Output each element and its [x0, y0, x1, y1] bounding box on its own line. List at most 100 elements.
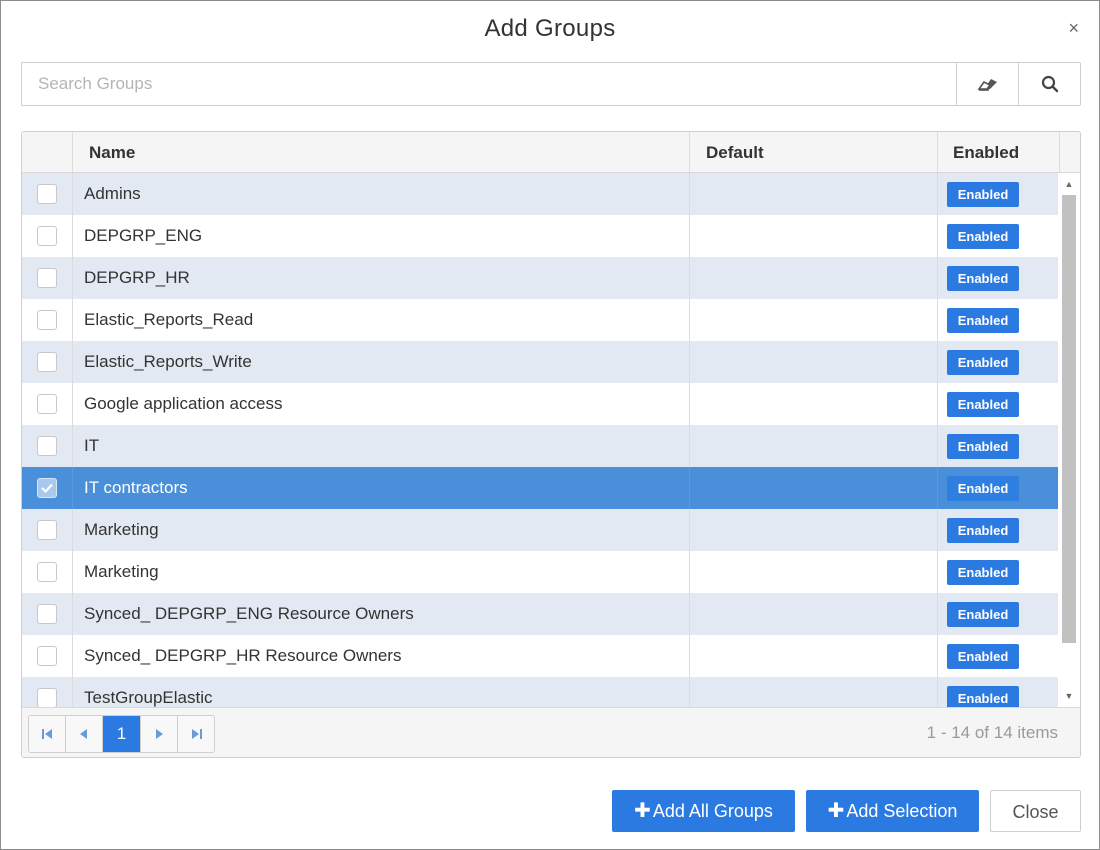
row-checkbox[interactable] [37, 310, 57, 330]
previous-page-icon [80, 729, 87, 739]
clear-search-button[interactable] [956, 63, 1018, 105]
dialog-title: Add Groups [484, 15, 616, 42]
column-divider [937, 341, 938, 383]
group-name: IT [84, 436, 100, 455]
table-row[interactable]: Elastic_Reports_Write Enabled [22, 341, 1058, 383]
row-checkbox[interactable] [37, 352, 57, 372]
column-divider [72, 425, 73, 467]
groups-grid: Name Default Enabled Admins Enabled DEPGRP… [21, 131, 1081, 758]
row-checkbox[interactable] [37, 436, 57, 456]
table-row[interactable]: DEPGRP_HR Enabled [22, 257, 1058, 299]
group-name: TestGroupElastic [84, 688, 213, 707]
column-divider [72, 383, 73, 425]
status-badge: Enabled [947, 518, 1019, 543]
table-row[interactable]: IT contractors Enabled [22, 467, 1058, 509]
table-row[interactable]: TestGroupElastic Enabled [22, 677, 1058, 707]
column-divider [689, 677, 690, 707]
search-input[interactable] [22, 63, 956, 105]
add-selection-button[interactable]: ✚ Add Selection [806, 790, 979, 832]
status-badge: Enabled [947, 308, 1019, 333]
row-checkbox[interactable] [37, 268, 57, 288]
column-divider [937, 299, 938, 341]
row-checkbox[interactable] [37, 226, 57, 246]
column-divider [72, 257, 73, 299]
page-button-current[interactable]: 1 [103, 716, 141, 752]
search-button[interactable] [1018, 63, 1080, 105]
column-divider [72, 215, 73, 257]
first-page-icon [41, 729, 52, 739]
column-divider [937, 551, 938, 593]
search-bar [21, 62, 1081, 106]
column-divider [689, 257, 690, 299]
scroll-up-arrow-icon[interactable]: ▲ [1064, 179, 1074, 189]
status-badge: Enabled [947, 602, 1019, 627]
scroll-down-arrow-icon[interactable]: ▼ [1064, 691, 1074, 701]
row-checkbox[interactable] [37, 520, 57, 540]
column-divider [72, 467, 73, 509]
column-divider [937, 383, 938, 425]
row-checkbox[interactable] [37, 394, 57, 414]
column-divider [937, 467, 938, 509]
column-divider [689, 341, 690, 383]
next-page-icon [156, 729, 163, 739]
first-page-button[interactable] [29, 716, 66, 752]
table-row[interactable]: Synced_ DEPGRP_HR Resource Owners Enabled [22, 635, 1058, 677]
group-name: Synced_ DEPGRP_HR Resource Owners [84, 646, 402, 665]
plus-icon: ✚ [827, 800, 845, 822]
row-checkbox[interactable] [37, 562, 57, 582]
column-divider [72, 173, 73, 215]
table-row[interactable]: Admins Enabled [22, 173, 1058, 215]
column-header-enabled[interactable]: Enabled [937, 132, 1059, 172]
table-row[interactable]: Elastic_Reports_Read Enabled [22, 299, 1058, 341]
column-divider [689, 467, 690, 509]
grid-header: Name Default Enabled [22, 132, 1080, 173]
row-checkbox[interactable] [37, 478, 57, 498]
last-page-icon [191, 729, 202, 739]
status-badge: Enabled [947, 686, 1019, 707]
group-name: Synced_ DEPGRP_ENG Resource Owners [84, 604, 414, 623]
column-divider [689, 551, 690, 593]
table-row[interactable]: Marketing Enabled [22, 509, 1058, 551]
previous-page-button[interactable] [66, 716, 103, 752]
table-row[interactable]: IT Enabled [22, 425, 1058, 467]
table-row[interactable]: Marketing Enabled [22, 551, 1058, 593]
column-divider [689, 593, 690, 635]
last-page-button[interactable] [178, 716, 214, 752]
scrollbar-thumb[interactable] [1062, 195, 1076, 643]
status-badge: Enabled [947, 182, 1019, 207]
column-divider [937, 635, 938, 677]
row-checkbox[interactable] [37, 604, 57, 624]
status-badge: Enabled [947, 644, 1019, 669]
group-name: Marketing [84, 520, 159, 539]
column-divider [72, 635, 73, 677]
vertical-scrollbar[interactable]: ▲ ▼ [1058, 173, 1080, 707]
grid-body: Admins Enabled DEPGRP_ENG Enabled DEPGRP_HR E… [22, 173, 1058, 707]
status-badge: Enabled [947, 392, 1019, 417]
table-row[interactable]: Synced_ DEPGRP_ENG Resource Owners Enable… [22, 593, 1058, 635]
column-divider [72, 677, 73, 707]
add-all-groups-label: Add All Groups [652, 801, 773, 821]
pager-buttons: 1 [28, 715, 215, 753]
column-divider [937, 593, 938, 635]
column-divider [72, 299, 73, 341]
column-header-name[interactable]: Name [72, 132, 689, 172]
close-button[interactable]: Close [990, 790, 1081, 832]
row-checkbox[interactable] [37, 688, 57, 707]
table-row[interactable]: DEPGRP_ENG Enabled [22, 215, 1058, 257]
status-badge: Enabled [947, 434, 1019, 459]
checkmark-icon [41, 483, 53, 493]
add-all-groups-button[interactable]: ✚ Add All Groups [612, 790, 795, 832]
group-name: Marketing [84, 562, 159, 581]
column-divider [689, 425, 690, 467]
column-header-default[interactable]: Default [689, 132, 937, 172]
close-icon[interactable]: × [1068, 18, 1079, 38]
column-divider [72, 593, 73, 635]
column-divider [937, 509, 938, 551]
row-checkbox[interactable] [37, 646, 57, 666]
eraser-icon [976, 79, 997, 91]
table-row[interactable]: Google application access Enabled [22, 383, 1058, 425]
next-page-button[interactable] [141, 716, 178, 752]
column-divider [937, 173, 938, 215]
row-checkbox[interactable] [37, 184, 57, 204]
group-name: Admins [84, 184, 141, 203]
